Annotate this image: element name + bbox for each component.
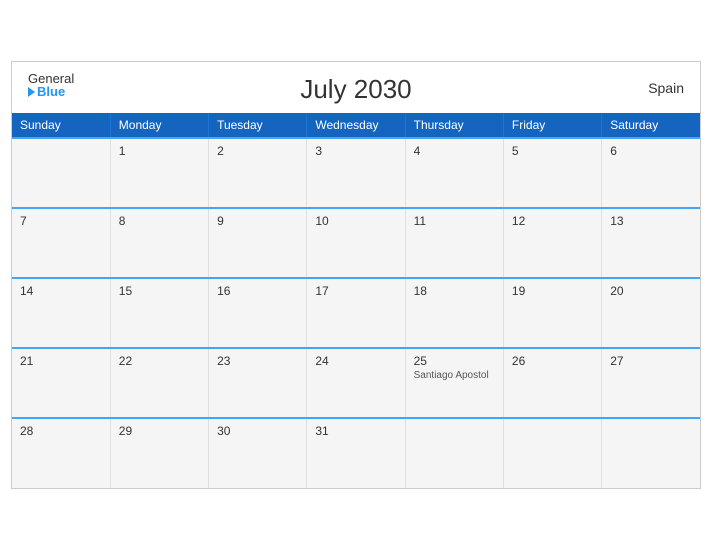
day-cell: 28 (12, 418, 110, 488)
day-number: 28 (20, 424, 102, 438)
day-cell: 8 (110, 208, 208, 278)
day-cell: 9 (209, 208, 307, 278)
day-cell: 27 (602, 348, 700, 418)
week-row-4: 28 29 30 31 (12, 418, 700, 488)
calendar-thead: Sunday Monday Tuesday Wednesday Thursday… (12, 113, 700, 138)
day-number: 2 (217, 144, 298, 158)
day-cell: 5 (503, 138, 601, 208)
day-cell: 20 (602, 278, 700, 348)
day-cell (12, 138, 110, 208)
day-cell: 4 (405, 138, 503, 208)
day-cell: 21 (12, 348, 110, 418)
header-tuesday: Tuesday (209, 113, 307, 138)
day-number: 27 (610, 354, 692, 368)
logo-triangle-icon (28, 87, 35, 97)
header-monday: Monday (110, 113, 208, 138)
day-number: 20 (610, 284, 692, 298)
day-number: 5 (512, 144, 593, 158)
day-cell: 2 (209, 138, 307, 208)
day-number: 21 (20, 354, 102, 368)
day-number: 7 (20, 214, 102, 228)
header-wednesday: Wednesday (307, 113, 405, 138)
weekday-header-row: Sunday Monday Tuesday Wednesday Thursday… (12, 113, 700, 138)
day-number: 8 (119, 214, 200, 228)
day-cell: 25 Santiago Apostol (405, 348, 503, 418)
header-friday: Friday (503, 113, 601, 138)
day-cell: 11 (405, 208, 503, 278)
day-cell: 13 (602, 208, 700, 278)
day-cell: 6 (602, 138, 700, 208)
day-cell (405, 418, 503, 488)
day-number: 6 (610, 144, 692, 158)
day-number: 10 (315, 214, 396, 228)
day-cell: 10 (307, 208, 405, 278)
week-row-2: 14 15 16 17 18 19 20 (12, 278, 700, 348)
day-number: 15 (119, 284, 200, 298)
week-row-0: 1 2 3 4 5 6 (12, 138, 700, 208)
day-number: 19 (512, 284, 593, 298)
day-cell: 3 (307, 138, 405, 208)
day-cell: 14 (12, 278, 110, 348)
calendar-grid: Sunday Monday Tuesday Wednesday Thursday… (12, 113, 700, 488)
day-cell: 30 (209, 418, 307, 488)
header-thursday: Thursday (405, 113, 503, 138)
day-number: 4 (414, 144, 495, 158)
day-number: 9 (217, 214, 298, 228)
day-cell: 12 (503, 208, 601, 278)
day-cell: 22 (110, 348, 208, 418)
calendar-title: July 2030 (300, 74, 411, 105)
day-cell: 23 (209, 348, 307, 418)
day-number: 16 (217, 284, 298, 298)
logo-blue-text: Blue (28, 85, 74, 98)
day-number: 30 (217, 424, 298, 438)
day-cell: 19 (503, 278, 601, 348)
day-cell: 24 (307, 348, 405, 418)
day-number: 23 (217, 354, 298, 368)
day-number: 29 (119, 424, 200, 438)
day-cell: 17 (307, 278, 405, 348)
day-cell: 16 (209, 278, 307, 348)
logo: General Blue (28, 72, 74, 98)
day-cell: 1 (110, 138, 208, 208)
day-cell: 26 (503, 348, 601, 418)
week-row-3: 21 22 23 24 25 Santiago Apostol 26 27 (12, 348, 700, 418)
country-label: Spain (648, 80, 684, 96)
day-cell: 15 (110, 278, 208, 348)
day-cell (503, 418, 601, 488)
day-number: 26 (512, 354, 593, 368)
day-cell: 7 (12, 208, 110, 278)
calendar-body: 1234567891011121314151617181920212223242… (12, 138, 700, 488)
header-sunday: Sunday (12, 113, 110, 138)
week-row-1: 7 8 9 10 11 12 13 (12, 208, 700, 278)
day-number: 18 (414, 284, 495, 298)
day-number: 17 (315, 284, 396, 298)
day-cell: 18 (405, 278, 503, 348)
day-number: 25 (414, 354, 495, 368)
header-saturday: Saturday (602, 113, 700, 138)
day-cell (602, 418, 700, 488)
day-number: 1 (119, 144, 200, 158)
day-cell: 31 (307, 418, 405, 488)
day-cell: 29 (110, 418, 208, 488)
day-number: 12 (512, 214, 593, 228)
day-number: 24 (315, 354, 396, 368)
day-number: 3 (315, 144, 396, 158)
day-number: 22 (119, 354, 200, 368)
day-number: 14 (20, 284, 102, 298)
day-number: 11 (414, 214, 495, 228)
calendar-header: General Blue July 2030 Spain (12, 62, 700, 113)
event-label: Santiago Apostol (414, 370, 495, 381)
day-number: 31 (315, 424, 396, 438)
day-number: 13 (610, 214, 692, 228)
calendar-container: General Blue July 2030 Spain Sunday Mond… (11, 61, 701, 489)
